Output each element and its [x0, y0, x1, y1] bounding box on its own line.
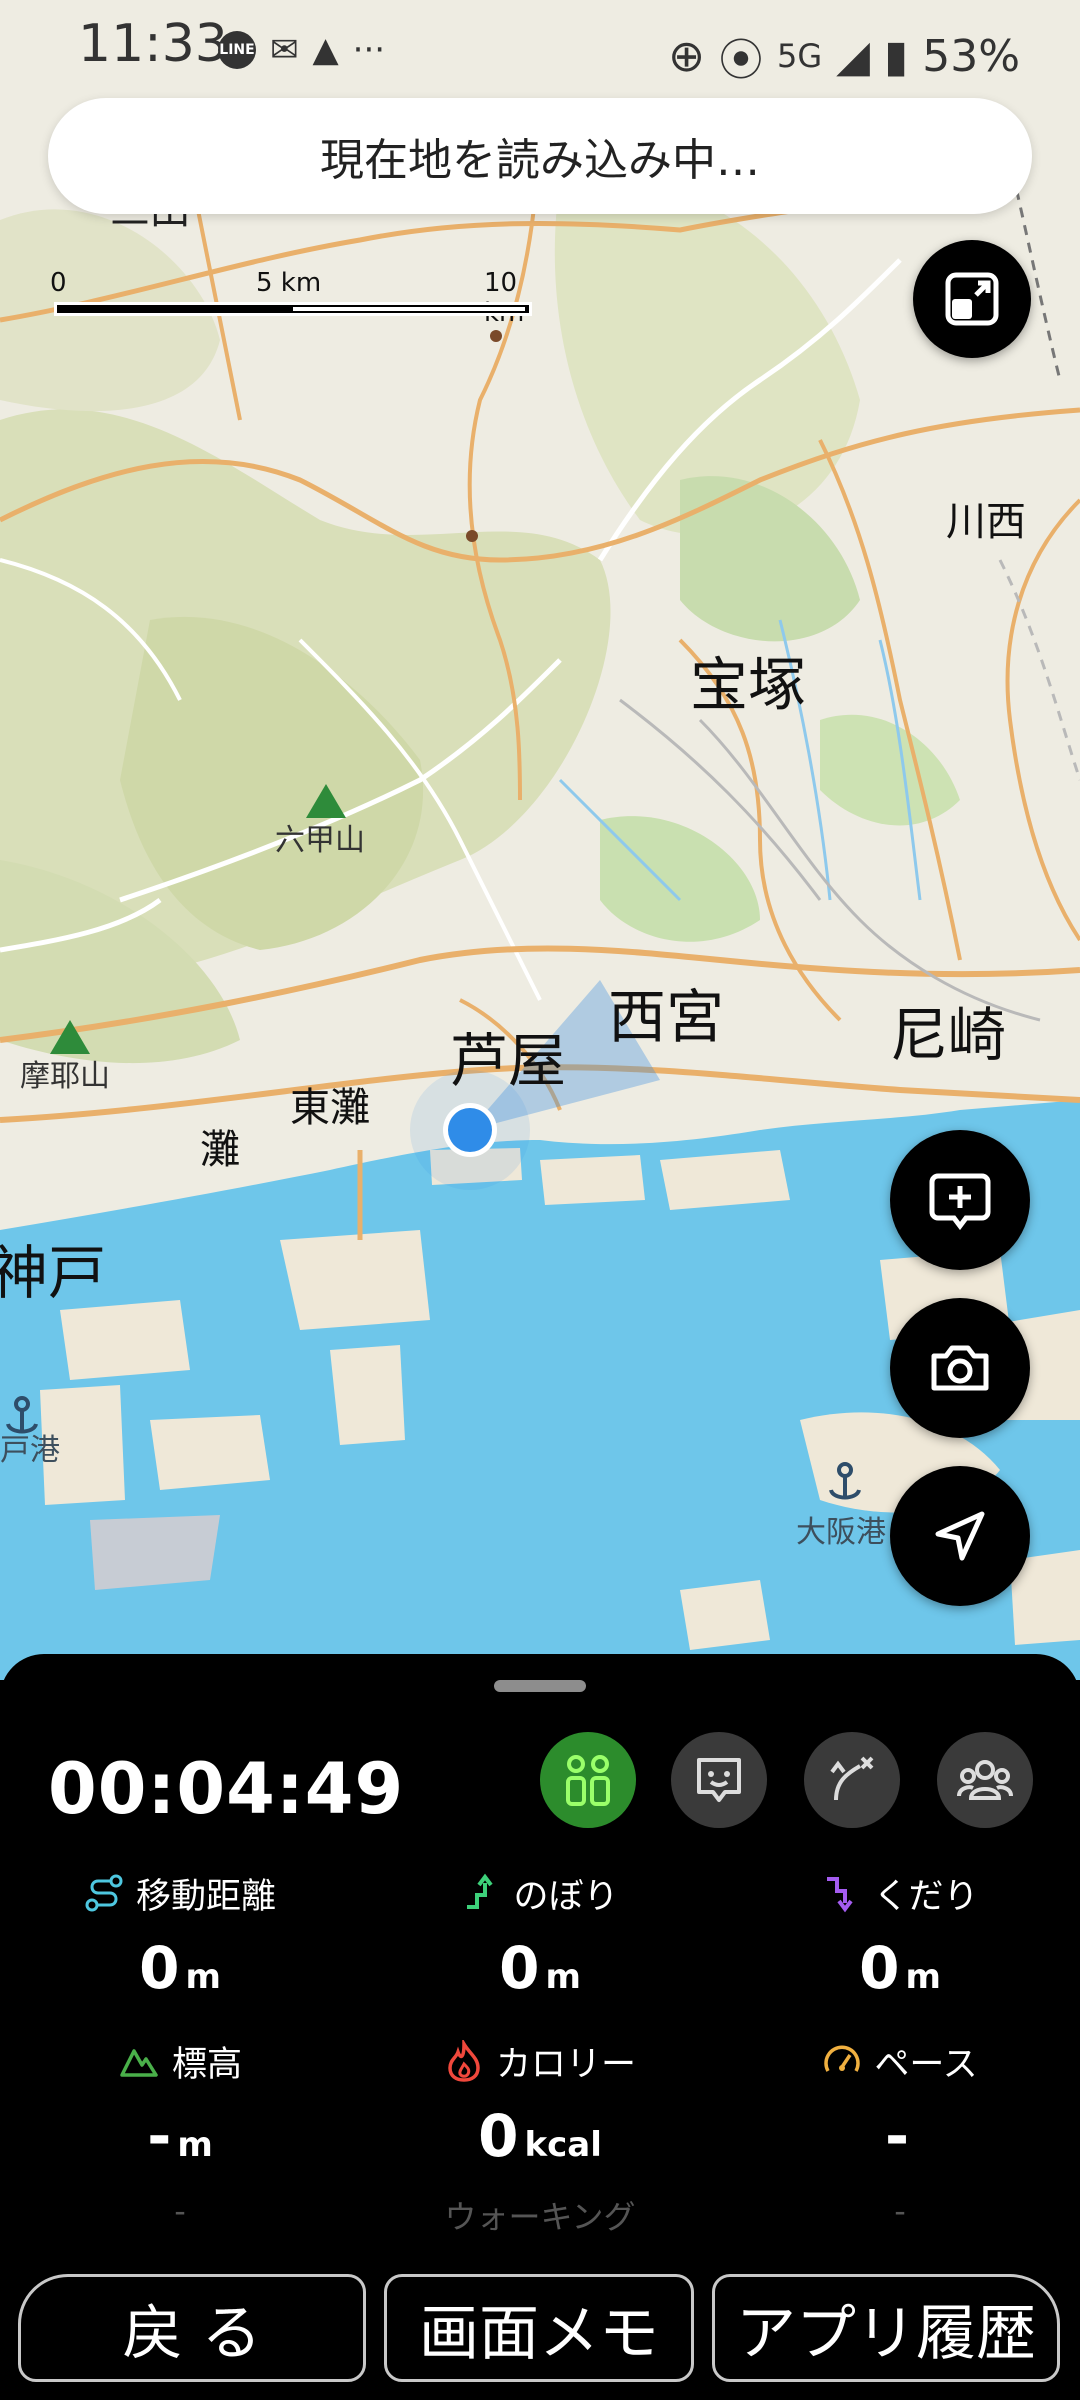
- back-button-label: 戻 る: [122, 2298, 262, 2369]
- stat-distance: 移動距離 0m: [0, 1868, 360, 2002]
- camera-button[interactable]: [890, 1298, 1030, 1438]
- stat-value: 0: [139, 1934, 180, 2002]
- more-notifications-icon: ···: [352, 30, 386, 70]
- stat-descent: くだり 0m: [720, 1868, 1080, 2002]
- app-history-button[interactable]: アプリ履歴: [712, 2274, 1060, 2382]
- screen-layout-icon: [945, 272, 999, 326]
- network-type: 5G: [776, 37, 823, 75]
- screen-memo-button[interactable]: 画面メモ: [384, 2274, 694, 2382]
- activity-mode-button[interactable]: [540, 1732, 636, 1828]
- stat-value: 0: [859, 1934, 900, 2002]
- map-label-kobe: 神戸: [0, 1239, 107, 1307]
- scale-tick-mid: 5 km: [256, 268, 322, 298]
- signal-alert-icon: ▲: [312, 30, 339, 70]
- stat-sub: -: [894, 2192, 906, 2230]
- map-label-ashiya: 芦屋: [450, 1027, 567, 1095]
- map-label-rokkosan: 六甲山: [275, 823, 365, 858]
- battery-icon: ▮: [883, 30, 909, 82]
- scale-tick-zero: 0: [50, 268, 67, 298]
- map-base: [0, 0, 1080, 1680]
- status-time: 11:33: [78, 14, 228, 74]
- map-label-mayasan: 摩耶山: [20, 1059, 110, 1094]
- loading-text: 現在地を読み込み中…: [320, 135, 760, 186]
- status-bar: 11:33 LINE ✉ ▲ ··· ⊕ ⦿ 5G ◢ ▮ 53%: [0, 0, 1080, 100]
- stat-unit: m: [185, 1957, 221, 1997]
- speedometer-icon: [824, 2045, 861, 2072]
- smile-chat-icon: [697, 1758, 741, 1802]
- mountain-icon: [120, 2049, 158, 2077]
- flame-icon: [448, 2040, 480, 2082]
- stat-calories: カロリー 0 kcal ウォーキング: [360, 2036, 720, 2238]
- ascent-arrow-icon: [467, 1873, 494, 1909]
- stat-sub: -: [174, 2192, 186, 2230]
- stat-value: -: [147, 2102, 172, 2170]
- stat-unit: m: [905, 1957, 941, 1997]
- map-label-takarazuka: 宝塚: [690, 651, 807, 719]
- battery-percent: 53%: [922, 30, 1020, 82]
- route-tracking-icon: [566, 1755, 610, 1806]
- descent-arrow-icon: [827, 1877, 854, 1913]
- stat-label: 移動距離: [135, 1876, 276, 1917]
- stat-value: -: [884, 2102, 910, 2170]
- map-label-kobe-port: 戸港: [0, 1433, 60, 1468]
- stat-elevation: 標高 -m -: [0, 2036, 360, 2230]
- add-comment-icon: [929, 1173, 991, 1231]
- map-label-amagasaki: 尼崎: [890, 1001, 1007, 1069]
- location-loading-banner: 現在地を読み込み中…: [48, 98, 1032, 214]
- map-label-kawanishi: 川西: [946, 499, 1026, 545]
- stat-unit: m: [177, 2125, 213, 2165]
- map-view[interactable]: 三田 川西 宝塚 六甲山 摩耶山 西宮 尼崎 芦屋 東灘 灘 神戸 戸港 大阪港…: [0, 0, 1080, 1680]
- chat-mode-button[interactable]: [671, 1732, 767, 1828]
- cell-signal-icon: ◢: [836, 30, 870, 82]
- camera-icon: [931, 1345, 989, 1391]
- group-icon: [957, 1760, 1013, 1800]
- app-history-button-label: アプリ履歴: [736, 2298, 1036, 2369]
- location-pin-icon: ⦿: [718, 35, 763, 86]
- stat-unit: m: [545, 1957, 581, 1997]
- route-split-icon: [830, 1756, 874, 1801]
- line-app-icon: LINE: [218, 31, 256, 69]
- screen-memo-button-label: 画面メモ: [419, 2298, 659, 2369]
- back-button[interactable]: 戻 る: [18, 2274, 366, 2382]
- route-mode-button[interactable]: [804, 1732, 900, 1828]
- stat-ascent: のぼり 0m: [360, 1868, 720, 2002]
- map-label-nishinomiya: 西宮: [608, 983, 725, 1051]
- group-mode-button[interactable]: [937, 1732, 1033, 1828]
- navigation-button[interactable]: [890, 1466, 1030, 1606]
- stat-unit: kcal: [524, 2125, 602, 2165]
- stat-value: 0: [499, 1934, 540, 2002]
- map-label-nada: 灘: [200, 1127, 240, 1173]
- stat-label: のぼり: [513, 1876, 619, 1917]
- stat-label: くだり: [873, 1876, 979, 1917]
- stat-label: カロリー: [495, 2044, 636, 2085]
- map-label-higashinada: 東灘: [290, 1085, 370, 1131]
- add-memo-button[interactable]: [890, 1130, 1030, 1270]
- stat-label: ペース: [874, 2044, 978, 2085]
- stat-value: 0: [478, 2102, 519, 2170]
- map-scale-bar: 0 5 km 10 km: [50, 268, 532, 328]
- fullscreen-toggle-button[interactable]: [913, 240, 1031, 358]
- map-label-osaka-port: 大阪港: [796, 1515, 886, 1550]
- distance-route-icon: [85, 1874, 123, 1912]
- scale-tick-end: 10 km: [484, 268, 524, 328]
- panel-drag-handle[interactable]: [494, 1680, 586, 1692]
- stat-pace: ペース - -: [720, 2036, 1080, 2230]
- gps-target-icon: ⊕: [668, 30, 705, 82]
- activity-type-label: ウォーキング: [444, 2198, 636, 2236]
- stat-label: 標高: [171, 2044, 242, 2085]
- elapsed-timer: 00:04:49: [48, 1748, 405, 1830]
- navigation-arrow-icon: [935, 1511, 985, 1561]
- mail-icon: ✉: [270, 30, 299, 70]
